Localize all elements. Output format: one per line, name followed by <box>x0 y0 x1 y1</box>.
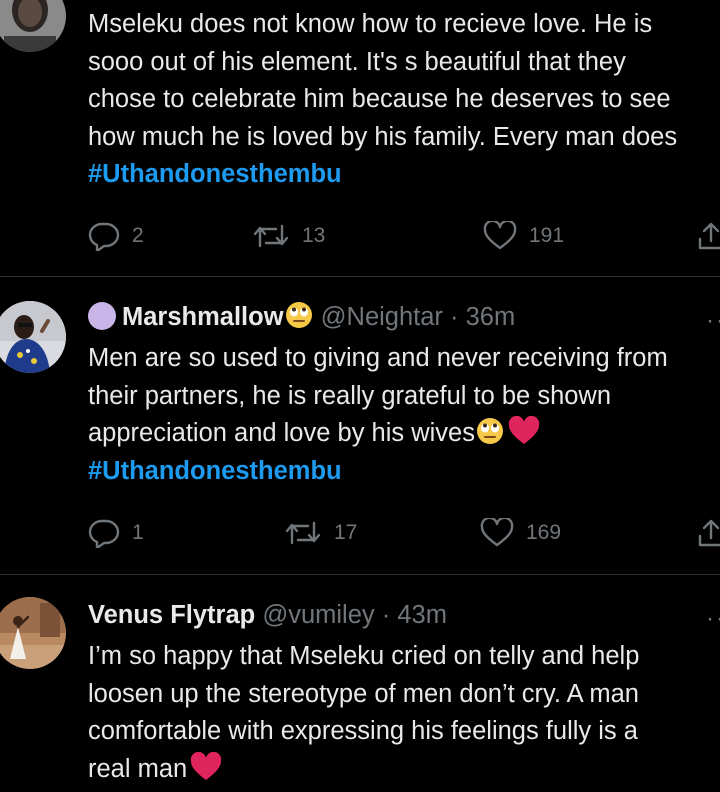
retweet-count: 17 <box>334 521 358 544</box>
like-count: 169 <box>526 521 562 544</box>
retweet-icon <box>285 521 321 545</box>
reply-count: 2 <box>132 224 144 247</box>
share-button[interactable] <box>696 518 720 548</box>
tweet-text-line: loosen up the stereotype of men don’t cr… <box>88 679 639 708</box>
tweet-3[interactable]: Venus Flytrap @vumiley · 43m ·· I’m so h… <box>0 575 720 792</box>
tweet-text-segment: real man <box>88 754 188 783</box>
retweet-count: 13 <box>302 224 326 247</box>
tweet-text: I’m so happy that Mseleku cried on telly… <box>88 638 720 788</box>
tweet-2[interactable]: Marshmallow @Neightar · 36m ·· Men are s… <box>0 277 720 574</box>
share-icon <box>698 519 720 547</box>
like-count: 191 <box>529 224 565 247</box>
red-heart-emoji-icon <box>508 416 540 444</box>
like-button[interactable]: 191 <box>483 221 564 251</box>
more-options-icon[interactable]: ·· <box>706 605 720 633</box>
tweet-text-line: I’m so happy that Mseleku cried on telly… <box>88 642 640 670</box>
like-icon <box>480 518 514 547</box>
tweet-text-line: comfortable with expressing his feelings… <box>88 717 638 745</box>
share-icon <box>698 222 720 250</box>
tweet-text-line: real man <box>88 751 720 789</box>
timestamp[interactable]: 36m <box>466 303 516 331</box>
share-button[interactable] <box>696 221 720 251</box>
rolling-eyes-emoji-icon <box>285 302 312 328</box>
tweet-1[interactable]: Mseleku does not know how to recieve lov… <box>0 0 720 276</box>
profile-emoji-icon <box>88 302 116 330</box>
separator-dot: · <box>381 601 391 629</box>
tweet-text-line: how much he is loved by his family. Ever… <box>88 122 678 151</box>
separator-dot: · <box>450 303 459 331</box>
display-name[interactable]: Marshmallow <box>122 303 284 331</box>
tweet-actions: 1 17 169 <box>88 518 720 548</box>
like-button[interactable]: 169 <box>480 518 561 548</box>
tweet-text-line: Mseleku does not know how to recieve lov… <box>88 10 653 38</box>
reply-icon <box>88 519 120 548</box>
tweet-text-line: chose to celebrate him because he deserv… <box>88 85 671 113</box>
hashtag-link[interactable]: #Uthandonesthembu <box>88 453 720 491</box>
red-heart-emoji-icon <box>191 751 222 780</box>
retweet-icon <box>253 224 289 248</box>
avatar[interactable] <box>0 0 66 52</box>
tweet-header: Marshmallow @Neightar · 36m <box>88 300 515 334</box>
user-handle[interactable]: @Neightar <box>321 303 443 331</box>
avatar[interactable] <box>0 597 66 669</box>
avatar[interactable] <box>0 301 66 373</box>
tweet-text-line: their partners, he is really grateful to… <box>88 381 612 410</box>
retweet-button[interactable]: 17 <box>284 518 357 548</box>
tweet-text-line: appreciation and love by his wives <box>88 415 720 453</box>
reply-button[interactable]: 1 <box>88 518 144 548</box>
like-icon <box>483 221 517 250</box>
user-handle[interactable]: @vumiley <box>262 601 374 629</box>
hashtag-link[interactable]: #Uthandonesthembu <box>88 156 720 194</box>
timestamp[interactable]: 43m <box>397 601 447 629</box>
more-options-icon[interactable]: ·· <box>706 307 720 335</box>
tweet-text: Men are so used to giving and never rece… <box>88 340 720 490</box>
tweet-text: Mseleku does not know how to recieve lov… <box>88 6 720 194</box>
tweet-actions: 2 13 191 <box>88 221 720 251</box>
tweet-text-line: Men are so used to giving and never rece… <box>88 344 668 372</box>
reply-icon <box>88 222 120 251</box>
reply-count: 1 <box>132 521 144 544</box>
tweet-text-segment: appreciation and love by his wives <box>88 419 475 447</box>
tweet-text-line: sooo out of his element. It's s beautifu… <box>88 47 626 76</box>
display-name[interactable]: Venus Flytrap <box>88 601 255 629</box>
tweet-header: Venus Flytrap @vumiley · 43m <box>88 598 447 632</box>
rolling-eyes-emoji-icon <box>476 418 503 444</box>
retweet-button[interactable]: 13 <box>252 221 325 251</box>
reply-button[interactable]: 2 <box>88 221 144 251</box>
